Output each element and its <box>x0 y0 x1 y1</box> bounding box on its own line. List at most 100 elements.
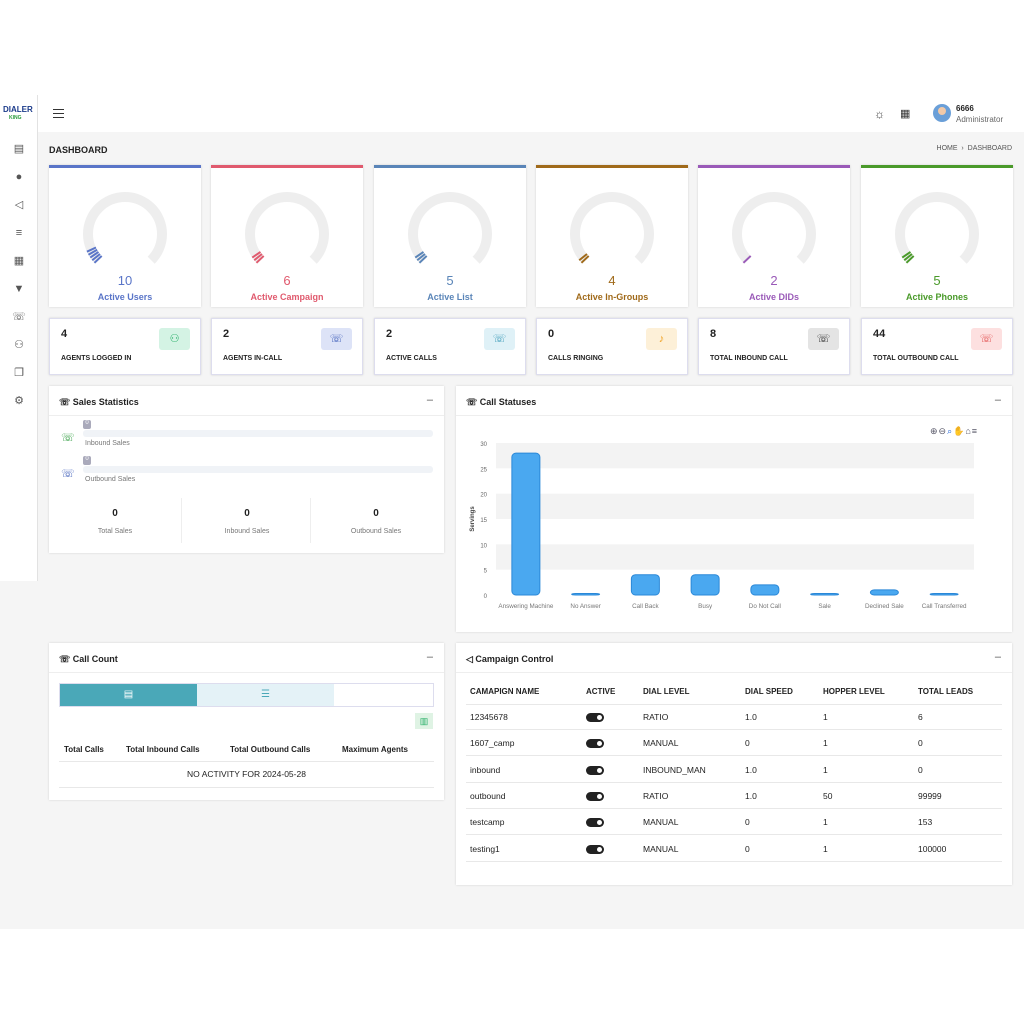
campaign-cell: 50 <box>823 790 833 801</box>
bell-icon: ♪ <box>646 328 677 350</box>
campaign-active-toggle[interactable] <box>586 791 604 801</box>
campaign-active-toggle[interactable] <box>586 818 604 828</box>
avatar[interactable] <box>933 104 951 122</box>
phone-active-icon: ☏ <box>484 328 515 350</box>
user-name: 6666 <box>956 104 974 113</box>
y-tick-label: 20 <box>480 493 487 499</box>
filter-icon[interactable]: ▼ <box>12 282 26 296</box>
stat-value: 4 <box>61 328 68 340</box>
campaign-col-header: DIAL SPEED <box>745 687 793 696</box>
gauge-arc <box>895 192 979 264</box>
gauge-value: 2 <box>770 273 778 288</box>
collapse-button[interactable]: – <box>995 651 1001 663</box>
campaign-cell[interactable]: outbound <box>470 791 505 801</box>
list-icon[interactable]: ≡ <box>12 226 26 240</box>
campaign-active-toggle[interactable] <box>586 713 604 722</box>
phone-icon[interactable]: ☏ <box>12 310 26 324</box>
stat-value: 2 <box>223 328 230 340</box>
campaign-cell: 6 <box>918 712 923 722</box>
gauge-arc <box>408 192 492 264</box>
phone-icon: ☏ <box>321 328 352 350</box>
chart-view-icon[interactable]: ▥ <box>415 713 433 729</box>
grid-band <box>496 544 974 570</box>
call-statuses-chart: 0 5 10 15 20 25 30 Servings Answering Machine No … <box>470 442 974 610</box>
outbound-call-icon: ☏ <box>971 328 1002 350</box>
theme-toggle-icon[interactable]: ☼ <box>874 107 885 121</box>
bar <box>571 593 601 596</box>
campaign-cell: 0 <box>745 843 750 854</box>
gauge-label: Active DIDs <box>748 292 800 302</box>
campaign-cell[interactable]: testcamp <box>470 817 505 827</box>
megaphone-icon[interactable]: ◁ <box>12 198 26 212</box>
tab-server-view[interactable]: ☰ <box>197 684 334 706</box>
logo-text: DIALER <box>3 105 33 114</box>
stat-label: AGENTS IN-CALL <box>223 355 283 362</box>
tab-table-view[interactable]: ▤ <box>60 684 197 706</box>
settings-icon[interactable]: ⚙ <box>12 394 26 408</box>
stat-label: AGENTS LOGGED IN <box>61 355 132 362</box>
stat-value: 0 <box>548 328 555 340</box>
breadcrumb-separator: › <box>961 145 964 152</box>
collapse-button[interactable]: – <box>427 394 433 406</box>
col-total-inbound: Total Inbound Calls <box>126 745 200 754</box>
call-statuses-panel: ☏ Call Statuses – ⊕⊖⌕✋⌂≡ 0 5 10 15 20 25 30 Serv… <box>456 386 1012 632</box>
bar <box>810 593 840 596</box>
apps-grid-icon[interactable]: ▦ <box>900 107 910 120</box>
breadcrumb-current: DASHBOARD <box>967 145 1012 152</box>
campaign-active-toggle[interactable] <box>586 765 604 775</box>
page-title: DASHBOARD <box>49 145 108 155</box>
x-tick-label: Do Not Call <box>749 603 781 610</box>
user-icon[interactable]: ● <box>12 170 26 184</box>
campaign-active-toggle[interactable] <box>586 739 604 749</box>
col-total-calls: Total Calls <box>64 745 104 754</box>
gauge-label: Active Campaign <box>250 292 324 302</box>
stat-card-0: 4 AGENTS LOGGED IN ⚇ <box>49 318 201 375</box>
inbound-badge: 0 <box>83 420 91 429</box>
gauge-card-2: 5 Active List <box>374 165 526 307</box>
breadcrumb-home[interactable]: HOME <box>937 145 958 152</box>
outbound-call-icon: ☏ <box>61 468 75 480</box>
campaign-cell[interactable]: inbound <box>470 765 500 775</box>
group-icon[interactable]: ⚇ <box>12 338 26 352</box>
reports-icon[interactable]: ▤ <box>12 142 26 156</box>
logo[interactable]: DIALER KING <box>3 105 37 127</box>
campaign-cell: MANUAL <box>643 843 679 854</box>
x-tick-label: Answering Machine <box>498 603 553 610</box>
inbound-call-icon: ☏ <box>61 432 75 444</box>
document-icon[interactable]: ▦ <box>12 254 26 268</box>
gauge-arc <box>83 192 167 264</box>
gauge-value: 5 <box>446 273 454 288</box>
bar <box>690 574 720 596</box>
campaign-col-header: TOTAL LEADS <box>918 687 974 696</box>
campaign-col-header: CAMAPIGN NAME <box>470 687 540 696</box>
campaign-cell[interactable]: 1607_camp <box>470 738 514 748</box>
menu-toggle-icon[interactable] <box>53 109 64 118</box>
stat-label: CALLS RINGING <box>548 355 604 362</box>
campaign-cell: 0 <box>745 738 750 749</box>
copy-icon[interactable]: ❐ <box>12 366 26 380</box>
col-total-outbound: Total Outbound Calls <box>230 745 311 754</box>
x-tick-label: Call Back <box>632 603 659 610</box>
no-activity-message: NO ACTIVITY FOR 2024-05-28 <box>187 769 306 779</box>
y-tick-label: 25 <box>480 467 487 473</box>
collapse-button[interactable]: – <box>427 651 433 663</box>
bar <box>750 584 780 596</box>
campaign-col-header: HOPPER LEVEL <box>823 687 885 696</box>
campaign-cell[interactable]: 12345678 <box>470 712 508 722</box>
gauge-value: 5 <box>933 273 941 288</box>
gauge-card-0: 10 Active Users <box>49 165 201 307</box>
y-axis-label: Servings <box>470 506 476 532</box>
sales-total-value: 0 <box>112 508 118 519</box>
campaign-cell: MANUAL <box>643 738 679 749</box>
campaign-active-toggle[interactable] <box>586 844 604 854</box>
campaign-cell[interactable]: testing1 <box>470 844 500 854</box>
call-count-tabs: ▤ ☰ <box>59 683 434 707</box>
gauge-value: 10 <box>117 273 133 288</box>
topbar: ☼ ▦ 6666 Administrator <box>38 95 1024 132</box>
sales-statistics-panel: ☏ Sales Statistics – ☏ 0 Inbound Sales ☏ … <box>49 386 444 553</box>
grid-band <box>496 443 974 469</box>
grid-band <box>496 493 974 519</box>
x-tick-label: No Answer <box>570 603 600 610</box>
gauge-arc <box>570 192 654 264</box>
x-tick-label: Declined Sale <box>865 603 904 610</box>
